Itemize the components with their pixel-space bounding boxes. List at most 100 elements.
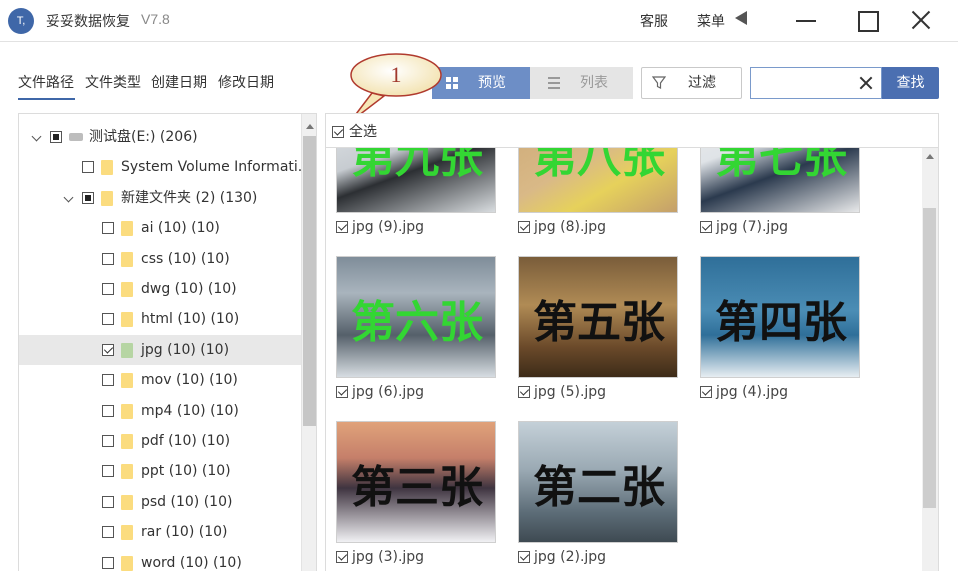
thumbnail-checkbox[interactable] bbox=[518, 551, 530, 563]
tree-checkbox[interactable] bbox=[102, 283, 114, 295]
tree-checkbox[interactable] bbox=[102, 252, 114, 265]
tree-row[interactable]: mov (10) (10) bbox=[19, 365, 301, 395]
tree-label: 测试盘(E:) (206) bbox=[89, 129, 198, 145]
preview-view-button[interactable]: 预览 bbox=[432, 67, 530, 99]
tab-created-date[interactable]: 创建日期 bbox=[151, 72, 207, 92]
tree-checkbox[interactable] bbox=[82, 161, 94, 174]
tree-checkbox[interactable] bbox=[102, 435, 114, 447]
customer-service-link[interactable]: 客服 bbox=[640, 11, 668, 31]
tree-label: mp4 (10) (10) bbox=[141, 402, 239, 419]
tree-row[interactable]: ppt (10) (10) bbox=[19, 456, 301, 486]
image-thumbnail[interactable]: 第三张 bbox=[336, 421, 496, 543]
tree-row[interactable]: word (10) (10) bbox=[19, 548, 301, 571]
tree-row[interactable]: mp4 (10) (10) bbox=[19, 396, 301, 426]
image-thumbnail[interactable]: 第四张 bbox=[700, 256, 860, 378]
tree-row[interactable]: 新建文件夹 (2) (130) bbox=[19, 183, 301, 213]
tree-row[interactable]: css (10) (10) bbox=[19, 244, 301, 274]
tree-checkbox[interactable] bbox=[102, 526, 114, 539]
tree-checkbox[interactable] bbox=[102, 313, 114, 326]
tree-label: mov (10) (10) bbox=[141, 372, 238, 389]
tree-row[interactable]: jpg (10) (10) bbox=[19, 334, 301, 365]
file-name: jpg (6).jpg bbox=[352, 384, 425, 400]
tree-scroll-thumb[interactable] bbox=[303, 136, 316, 426]
thumbnail-overlay-text: 第四张 bbox=[715, 297, 847, 348]
thumbnail-overlay-text: 第二张 bbox=[533, 462, 665, 513]
thumbnail-checkbox[interactable] bbox=[336, 221, 348, 233]
tree-checkbox[interactable] bbox=[102, 222, 114, 235]
folder-icon bbox=[121, 342, 133, 358]
tree-checkbox[interactable] bbox=[102, 495, 114, 508]
image-thumbnail[interactable]: 第五张 bbox=[518, 256, 678, 378]
tree-checkbox[interactable] bbox=[102, 374, 114, 387]
tree-checkbox[interactable] bbox=[50, 131, 62, 143]
tree-row[interactable]: 测试盘(E:) (206) bbox=[19, 122, 301, 152]
thumbnail-overlay-text: 第六张 bbox=[351, 297, 483, 348]
maximize-button[interactable] bbox=[853, 8, 881, 34]
app-version: V7.8 bbox=[141, 11, 170, 27]
scroll-up-icon[interactable] bbox=[306, 124, 314, 129]
menu-arrow-icon[interactable] bbox=[735, 11, 747, 25]
active-tab-underline bbox=[18, 98, 75, 100]
image-thumbnail[interactable]: 第七张 bbox=[700, 148, 860, 213]
image-thumbnail[interactable]: 第八张 bbox=[518, 148, 678, 213]
tree-checkbox[interactable] bbox=[102, 404, 114, 417]
image-thumbnail[interactable]: 第六张 bbox=[336, 256, 496, 378]
image-thumbnail[interactable]: 第九张 bbox=[336, 148, 496, 213]
minimize-button[interactable] bbox=[792, 8, 820, 34]
tab-file-path[interactable]: 文件路径 bbox=[18, 72, 74, 92]
thumbnail-overlay-text: 第三张 bbox=[351, 462, 483, 513]
tree-checkbox[interactable] bbox=[82, 191, 94, 204]
folder-icon bbox=[121, 434, 133, 449]
drive-icon bbox=[69, 133, 83, 141]
file-name: jpg (3).jpg bbox=[352, 549, 425, 565]
tree-row[interactable]: System Volume Informati... bbox=[19, 152, 311, 182]
content-scroll-thumb[interactable] bbox=[923, 208, 936, 508]
tree-checkbox[interactable] bbox=[102, 465, 114, 478]
list-view-button[interactable]: 列表 bbox=[530, 67, 633, 99]
tree-label: ppt (10) (10) bbox=[141, 463, 231, 480]
tree-row[interactable]: psd (10) (10) bbox=[19, 487, 301, 517]
close-button[interactable] bbox=[906, 8, 934, 34]
tree-row[interactable]: rar (10) (10) bbox=[19, 517, 301, 547]
tree-label: System Volume Informati... bbox=[121, 159, 312, 176]
tree-row[interactable]: html (10) (10) bbox=[19, 304, 301, 334]
thumbnail-checkbox[interactable] bbox=[518, 221, 530, 233]
tree-label: html (10) (10) bbox=[141, 311, 240, 328]
tree-checkbox[interactable] bbox=[102, 343, 114, 356]
folder-icon bbox=[101, 190, 113, 206]
select-all-check[interactable] bbox=[332, 126, 344, 138]
tree-row[interactable]: ai (10) (10) bbox=[19, 213, 301, 243]
tab-file-type[interactable]: 文件类型 bbox=[85, 72, 141, 92]
thumbnail-checkbox[interactable] bbox=[336, 551, 348, 563]
thumbnail-checkbox[interactable] bbox=[700, 221, 712, 233]
folder-icon bbox=[121, 525, 133, 541]
search-button[interactable]: 查找 bbox=[882, 67, 939, 99]
folder-icon bbox=[121, 403, 133, 419]
thumbnail-overlay-text: 第五张 bbox=[533, 297, 665, 348]
thumbnail-checkbox[interactable] bbox=[336, 386, 348, 398]
callout-number: 1 bbox=[391, 62, 402, 87]
menu-link[interactable]: 菜单 bbox=[697, 11, 725, 31]
tree-label: pdf (10) (10) bbox=[141, 433, 231, 449]
tab-modified-date[interactable]: 修改日期 bbox=[218, 72, 274, 92]
tree-scrollbar[interactable] bbox=[301, 114, 316, 571]
app-logo-icon: T, bbox=[8, 8, 34, 34]
expand-chevron-icon[interactable] bbox=[63, 192, 74, 203]
image-thumbnail[interactable]: 第二张 bbox=[518, 421, 678, 543]
clear-search-icon[interactable] bbox=[858, 75, 874, 91]
tree-label: 新建文件夹 (2) (130) bbox=[121, 189, 258, 206]
content-scrollbar[interactable] bbox=[922, 148, 938, 571]
tree-label: ai (10) (10) bbox=[141, 220, 220, 237]
filter-icon bbox=[652, 76, 666, 89]
thumbnail-checkbox[interactable] bbox=[700, 386, 712, 398]
preview-content-panel: 全选 第九张 jpg (9).jpg 第八张 jpg (8).jpg 第七张 jpg (7… bbox=[325, 113, 939, 571]
tree-label: jpg (10) (10) bbox=[141, 341, 230, 358]
tree-checkbox[interactable] bbox=[102, 556, 114, 569]
tree-label: dwg (10) (10) bbox=[141, 281, 237, 297]
tree-row[interactable]: pdf (10) (10) bbox=[19, 426, 301, 456]
tree-row[interactable]: dwg (10) (10) bbox=[19, 274, 301, 304]
thumbnail-checkbox[interactable] bbox=[518, 386, 530, 398]
expand-chevron-icon[interactable] bbox=[31, 131, 42, 142]
scroll-up-icon[interactable] bbox=[926, 154, 934, 159]
filter-button[interactable]: 过滤 bbox=[641, 67, 742, 99]
